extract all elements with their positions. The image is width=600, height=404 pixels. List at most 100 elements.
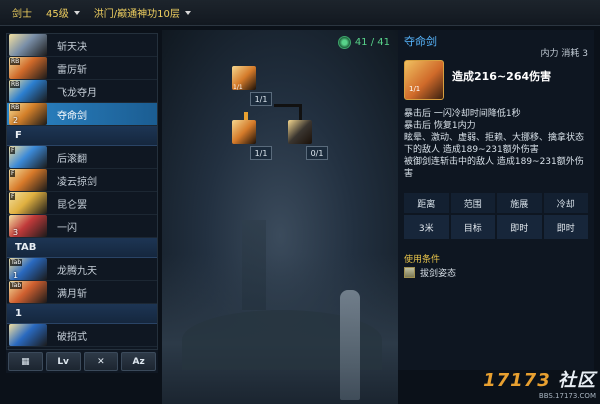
stat-header: 冷却 (543, 193, 588, 213)
count-badge: 2 (13, 116, 19, 125)
sort-level-button[interactable]: Lv (45, 352, 81, 371)
skill-name: 一闪 (57, 222, 77, 234)
stat-value: 即时 (543, 215, 588, 239)
background-pagoda (242, 220, 266, 310)
skill-list-item[interactable]: RB 2 夺命剑 (7, 103, 157, 126)
description-line: 下的敌人 造成189~231额外伤害 (404, 145, 539, 155)
grid-view-button[interactable]: ▦ (8, 352, 43, 371)
condition-item: 拔剑姿态 (404, 266, 456, 279)
skill-icon: 1/1 (404, 60, 444, 100)
top-bar: 剑士 45级 洪门/巅通神功10层 (0, 0, 600, 26)
node-level: 1/1 (250, 92, 272, 106)
skill-list-item[interactable]: Tab 满月斩 (7, 281, 157, 304)
stat-value: 即时 (497, 215, 542, 239)
tree-node-1[interactable]: 1/1 1/1 (232, 66, 272, 106)
watermark-text: 社区 (558, 370, 596, 391)
list-toolbar: ▦ Lv ✕ Az (6, 349, 158, 373)
watermark-site: BBS.17173.COM (538, 392, 596, 400)
skill-list-item[interactable]: RB 飞龙夺月 (7, 80, 157, 103)
skill-icon: RB (9, 80, 47, 102)
key-badge: F (10, 193, 16, 200)
skill-name: 飞龙夺月 (57, 87, 97, 99)
description-line: 被御剑连斩击中的敌人 造成189~231额外伤 (404, 157, 584, 167)
sword-icon (288, 120, 312, 144)
skill-name: 后滚翻 (57, 153, 87, 165)
key-badge: F (10, 170, 16, 177)
level-selector[interactable]: 45级 (46, 5, 80, 20)
tree-node-3[interactable]: 0/1 (288, 120, 328, 160)
list-section-header: 1 (7, 304, 157, 324)
skill-list-item[interactable]: F 凌云掠剑 (7, 169, 157, 192)
list-section-header: TAB (7, 238, 157, 258)
description-line: 暴击后 一闪冷却时间降低1秒 (404, 109, 521, 119)
skill-list-item[interactable]: Tab 1 龙腾九天 (7, 258, 157, 281)
skill-icon: 3 (9, 215, 47, 237)
watermark: 17173 社区 BBS.17173.COM (483, 366, 596, 400)
skill-points-value: 41 / 41 (354, 37, 390, 48)
skill-name: 夺命剑 (57, 110, 87, 122)
stance-icon (404, 267, 415, 278)
skill-list-item[interactable]: RB 雷厉斩 (7, 57, 157, 80)
school-selector[interactable]: 洪门/巅通神功10层 (94, 5, 191, 20)
skill-icon: Tab 1 (9, 258, 47, 280)
stat-header: 距离 (404, 193, 449, 213)
stat-header: 范围 (450, 193, 495, 213)
skill-points: 41 / 41 (337, 36, 390, 49)
skill-description: 暴击后 一闪冷却时间降低1秒 暴击后 恢复1内力 眩晕、激动、虚弱、拒赖、大挪移、擒… (404, 108, 590, 180)
list-section-header: F (7, 126, 157, 146)
skill-detail-panel: 夺命剑 内力 消耗 3 1/1 造成216~264伤害 暴击后 一闪冷却时间降低… (398, 30, 594, 370)
chevron-down-icon (184, 10, 191, 15)
sort-type-button[interactable]: ✕ (83, 352, 119, 371)
mp-cost: 内力 消耗 3 (540, 49, 588, 59)
skill-list-item[interactable]: 3 一闪 (7, 215, 157, 238)
skill-name: 雷厉斩 (57, 64, 87, 76)
skill-icon (9, 34, 47, 56)
description-line: 暴击后 恢复1内力 (404, 121, 476, 131)
skill-list-item[interactable]: F 后滚翻 (7, 146, 157, 169)
sort-alpha-button[interactable]: Az (121, 352, 156, 371)
key-badge: RB (10, 81, 21, 88)
skill-icon: RB 2 (9, 103, 47, 125)
skill-list-item[interactable]: 斩天决 (7, 34, 157, 57)
skill-name: 凌云掠剑 (57, 176, 97, 188)
key-badge: RB (10, 104, 21, 111)
class-label: 剑士 (12, 9, 32, 20)
tree-connector (299, 104, 302, 120)
sword-icon (232, 120, 256, 144)
node-level: 1/1 (250, 146, 272, 160)
stat-value: 目标 (450, 215, 495, 239)
background-figure (340, 290, 360, 400)
skill-name: 满月斩 (57, 288, 87, 300)
condition-label: 拔剑姿态 (420, 269, 457, 279)
skill-name: 龙腾九天 (57, 265, 97, 277)
skill-list-item[interactable]: 破招式 (7, 324, 157, 347)
key-badge: Tab (10, 259, 23, 266)
skill-name: 斩天决 (57, 41, 87, 53)
skill-list: 斩天决 RB 雷厉斩 RB 飞龙夺月 RB 2 夺命剑 F F 后滚翻 F 凌云掠剑 F 昆仑罢 3 一闪 TAB… (6, 33, 158, 373)
class-selector[interactable]: 剑士 (12, 5, 32, 20)
key-badge: RB (10, 58, 21, 65)
skill-icon: F (9, 192, 47, 214)
tree-node-2[interactable]: 1/1 (232, 120, 272, 160)
level-label: 45级 (46, 9, 69, 20)
skill-point-icon (337, 36, 351, 49)
skill-icon: Tab (9, 281, 47, 303)
condition-title: 使用条件 (404, 255, 441, 265)
school-label: 洪门/巅通神功10层 (93, 9, 180, 20)
chevron-down-icon (73, 10, 80, 15)
key-badge: F (10, 147, 16, 154)
count-badge: 1 (13, 271, 19, 280)
count-badge: 3 (13, 228, 19, 237)
watermark-brand: 17173 社区 (483, 366, 596, 392)
skill-list-item[interactable]: F 昆仑罢 (7, 192, 157, 215)
skill-icon: RB (9, 57, 47, 79)
stat-value: 3米 (404, 215, 449, 239)
description-line: 害 (404, 169, 414, 179)
skill-image (9, 34, 47, 56)
node-level: 0/1 (306, 146, 328, 160)
skill-icon: F (9, 169, 47, 191)
key-badge: Tab (10, 282, 23, 289)
skill-stats-grid: 距离 范围 施展 冷却 3米 目标 即时 即时 (404, 193, 588, 239)
skill-image (9, 324, 47, 346)
skill-tree-panel: 41 / 41 1/1 1/1 1/1 0/1 (162, 30, 398, 404)
